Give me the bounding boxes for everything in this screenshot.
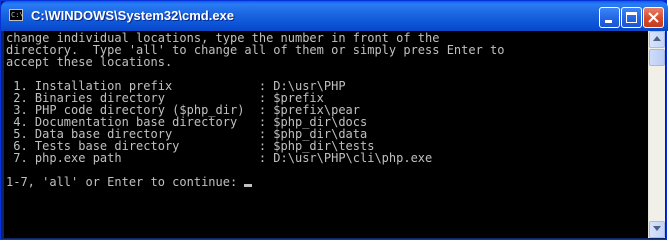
console-window: C:\ C:\WINDOWS\System32\cmd.exe change i…	[0, 0, 668, 240]
client-area: change individual locations, type the nu…	[4, 31, 665, 238]
scroll-down-button[interactable]	[649, 221, 665, 238]
title-bar[interactable]: C:\ C:\WINDOWS\System32\cmd.exe	[1, 1, 668, 31]
prompt-text: 1-7, 'all' or Enter to continue:	[6, 175, 245, 189]
console-output[interactable]: change individual locations, type the nu…	[4, 31, 648, 238]
console-line: 7. php.exe path : D:\usr\PHP\cli\php.exe	[6, 151, 433, 165]
console-text: change individual locations, type the nu…	[4, 31, 648, 188]
text-cursor	[244, 184, 253, 187]
scroll-up-button[interactable]	[649, 31, 665, 48]
minimize-icon	[605, 20, 612, 23]
scroll-thumb[interactable]	[649, 49, 665, 66]
minimize-button[interactable]	[599, 7, 620, 28]
console-line: accept these locations.	[6, 55, 173, 69]
maximize-button[interactable]	[621, 7, 642, 28]
arrow-down-icon	[653, 226, 661, 231]
close-icon	[648, 12, 659, 23]
vertical-scrollbar[interactable]	[648, 31, 665, 238]
close-button[interactable]	[643, 7, 664, 28]
maximize-icon	[626, 12, 637, 23]
arrow-up-icon	[653, 36, 661, 41]
window-title: C:\WINDOWS\System32\cmd.exe	[31, 8, 235, 23]
console-icon[interactable]: C:\	[9, 9, 24, 21]
